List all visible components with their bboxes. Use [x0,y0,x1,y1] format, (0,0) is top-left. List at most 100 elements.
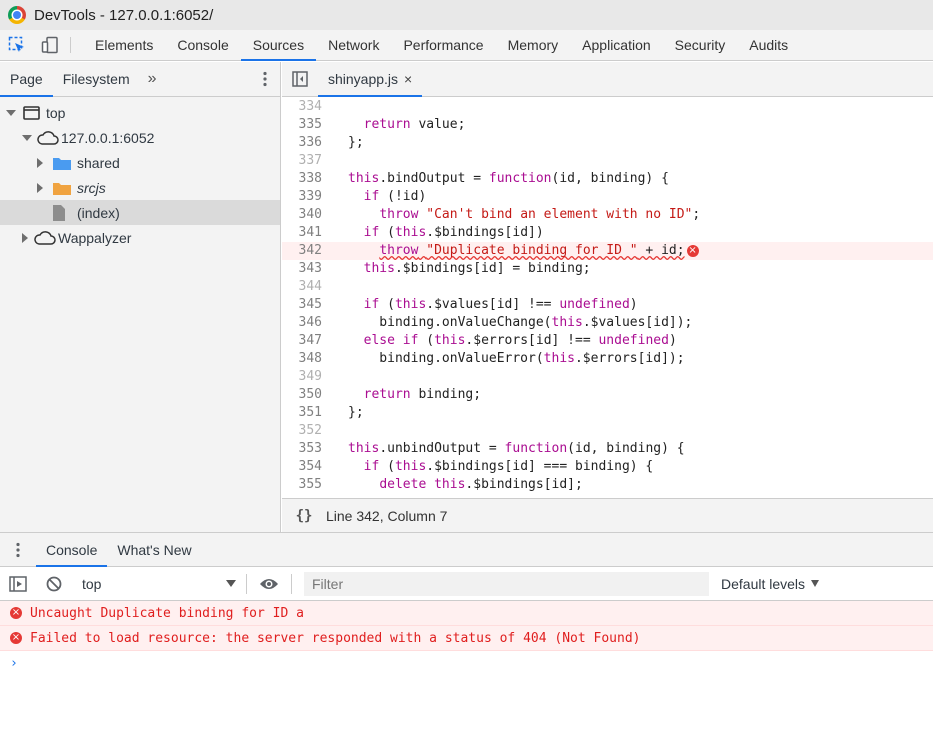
cursor-position: Line 342, Column 7 [326,507,448,524]
line-number[interactable]: 352 [282,422,322,440]
code-line[interactable]: 348 binding.onValueError(this.$errors[id… [282,350,933,368]
console-message[interactable]: × Failed to load resource: the server re… [0,626,933,651]
code-text: if (this.$bindings[id]) [363,225,544,240]
line-number[interactable]: 350 [282,386,322,404]
context-selector[interactable]: top [72,576,242,592]
code-line[interactable]: 340 throw "Can't bind an element with no… [282,206,933,224]
line-number[interactable]: 347 [282,332,322,350]
line-number[interactable]: 355 [282,476,322,494]
clear-icon [46,576,62,591]
collapse-arrow-icon [37,157,43,168]
tree-item-index[interactable]: (index) [0,200,280,225]
more-tabs-button[interactable]: » [140,62,165,96]
file-tab-shinyapp[interactable]: shinyapp.js × [318,62,423,97]
line-number[interactable]: 338 [282,170,322,188]
main-tab-bar: Elements Console Sources Network Perform… [0,30,933,61]
code-line[interactable]: 349 [282,368,933,386]
prompt-chevron-icon: › [10,655,18,671]
code-line[interactable]: 337 [282,152,933,170]
inspect-element-button[interactable] [0,30,33,60]
code-line[interactable]: 338 this.bindOutput = function(id, bindin… [282,170,933,188]
line-number[interactable]: 349 [282,368,322,386]
toolbar-divider [70,37,71,53]
code-line[interactable]: 352 [282,422,933,440]
tree-item-srcjs[interactable]: srcjs [0,175,280,200]
log-levels-dropdown[interactable]: Default levels [721,576,820,592]
code-line[interactable]: 346 binding.onValueChange(this.$values[i… [282,314,933,332]
code-line[interactable]: 341 if (this.$bindings[id]) [282,224,933,242]
tree-item-label: srcjs [77,179,106,196]
code-line[interactable]: 350 return binding; [282,386,933,404]
code-line[interactable]: 347 else if (this.$errors[id] !== undefi… [282,332,933,350]
code-line[interactable]: 336}; [282,134,933,152]
line-number[interactable]: 337 [282,152,322,170]
tab-audits[interactable]: Audits [737,30,800,60]
tab-security[interactable]: Security [663,30,738,60]
code-line[interactable]: 335 return value; [282,116,933,134]
live-expression-button[interactable] [251,577,287,591]
toggle-navigator-button[interactable] [282,62,318,96]
code-line[interactable]: 353 this.unbindOutput = function(id, bind… [282,440,933,458]
tree-item-shared[interactable]: shared [0,150,280,175]
close-icon[interactable]: × [404,71,412,87]
tab-filesystem[interactable]: Filesystem [53,62,140,96]
code-line-error[interactable]: 342 throw "Duplicate binding for ID " + … [282,242,933,260]
clear-console-button[interactable] [36,576,72,592]
tree-item-top[interactable]: top [0,100,280,125]
line-number[interactable]: 353 [282,440,322,458]
drawer-menu-button[interactable] [0,533,36,566]
code-text: }; [348,135,364,150]
console-prompt[interactable]: › [0,651,933,675]
sidebar-play-icon [9,575,27,592]
code-line[interactable]: 354 if (this.$bindings[id] === binding) … [282,458,933,476]
filter-input[interactable] [304,571,709,596]
tree-item-label: (index) [77,204,120,221]
tab-sources[interactable]: Sources [240,30,317,61]
line-number[interactable]: 351 [282,404,322,422]
code-line[interactable]: 351}; [282,404,933,422]
tab-network[interactable]: Network [316,30,391,60]
tree-item-wappalyzer[interactable]: Wappalyzer [0,225,280,250]
tab-console[interactable]: Console [165,30,240,60]
tab-page[interactable]: Page [0,62,53,97]
line-number[interactable]: 340 [282,206,322,224]
tab-application[interactable]: Application [570,30,663,60]
line-number[interactable]: 334 [282,98,322,116]
tree-item-host[interactable]: 127.0.0.1:6052 [0,125,280,150]
device-toolbar-button[interactable] [33,30,66,60]
error-icon[interactable]: × [686,244,699,257]
tab-memory[interactable]: Memory [496,30,571,60]
code-text: }; [348,405,364,420]
code-line[interactable]: 355 delete this.$bindings[id]; [282,476,933,494]
code-line[interactable]: 344 [282,278,933,296]
code-text: this.$bindings[id] = binding; [363,261,591,276]
line-number[interactable]: 343 [282,260,322,278]
console-message[interactable]: × Uncaught Duplicate binding for ID a [0,601,933,626]
navigator-menu-button[interactable] [250,62,280,96]
drawer-tab-console[interactable]: Console [36,533,108,567]
code-line[interactable]: 345 if (this.$values[id] !== undefined) [282,296,933,314]
code-line[interactable]: 343 this.$bindings[id] = binding; [282,260,933,278]
line-number[interactable]: 346 [282,314,322,332]
code-text: delete this.$bindings[id]; [379,477,583,492]
tab-performance[interactable]: Performance [391,30,495,60]
line-number[interactable]: 339 [282,188,322,206]
line-number[interactable]: 335 [282,116,322,134]
editor-tab-bar: shinyapp.js × [282,62,933,97]
line-number[interactable]: 345 [282,296,322,314]
line-number[interactable]: 344 [282,278,322,296]
drawer-tab-whats-new[interactable]: What's New [107,533,201,566]
code-line[interactable]: 334 [282,98,933,116]
line-number[interactable]: 354 [282,458,322,476]
code-area[interactable]: 334 335 return value; 336}; 337 338 this.bind… [282,98,933,498]
show-sidebar-button[interactable] [0,575,36,592]
line-number[interactable]: 336 [282,134,322,152]
line-number[interactable]: 341 [282,224,322,242]
code-line[interactable]: 339 if (!id) [282,188,933,206]
line-number[interactable]: 348 [282,350,322,368]
line-number[interactable]: 342 [282,242,322,260]
tab-elements[interactable]: Elements [83,30,165,60]
source-editor: shinyapp.js × 334 335 return value; 336}; 3… [282,62,933,532]
pretty-print-button[interactable]: {} [282,508,326,524]
code-text: return binding; [363,387,482,402]
